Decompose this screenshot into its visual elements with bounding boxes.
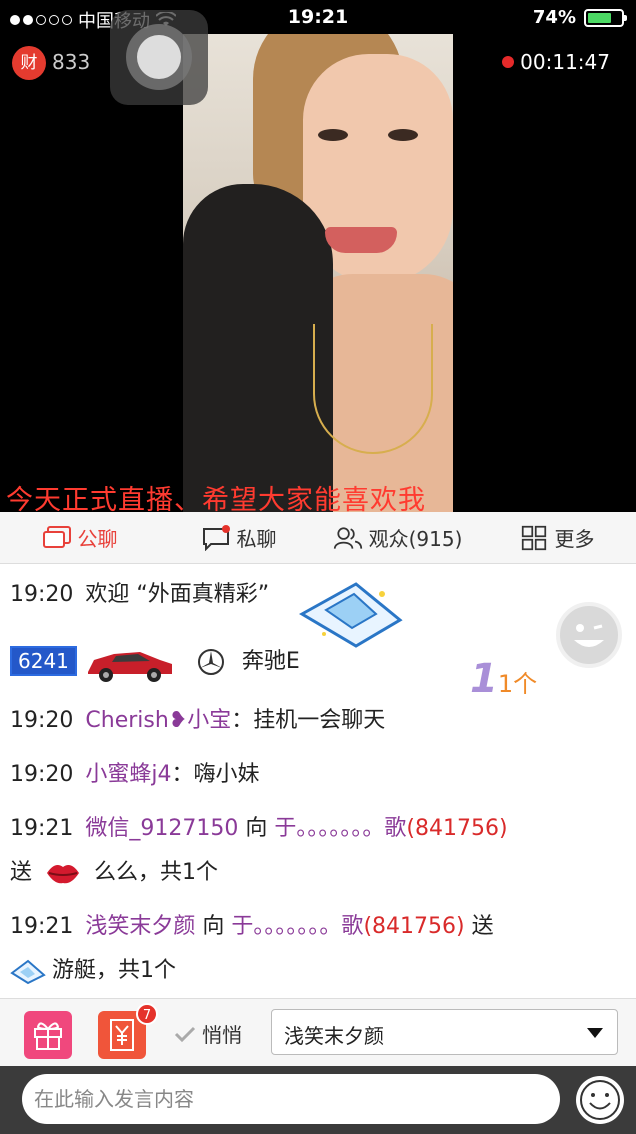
gift-message: 19:21 浅笑末夕颜 向 于。。。。。。。歌(841756) 送: [10, 908, 494, 940]
yacht-icon: [298, 582, 403, 648]
gift-count: 11个: [470, 656, 538, 702]
gift-box-icon: [34, 1022, 62, 1050]
users-icon: [333, 526, 362, 549]
message-input[interactable]: [22, 1074, 560, 1124]
input-bar: [0, 1066, 636, 1134]
message-time: 19:21: [10, 914, 74, 939]
message-user[interactable]: Cherish❥小宝: [85, 708, 231, 733]
chat-message: 19:20 Cherish❥小宝：挂机一会聊天: [10, 702, 385, 734]
battery-icon: [584, 8, 627, 27]
message-time: 19:21: [10, 816, 74, 841]
car-name: 奔驰E: [241, 649, 300, 674]
gift-message-line2: 游艇，共1个: [10, 952, 176, 985]
chat-tabs: 公聊 私聊 观众(915) 更多: [0, 512, 636, 564]
yacht-small-icon: [10, 959, 46, 985]
chat-message: 19:20 小蜜蜂j4：嗨小妹: [10, 756, 260, 788]
message-text: 欢迎 “外面真精彩”: [85, 582, 270, 607]
recipient-value: 浅笑末夕颜: [284, 1024, 384, 1048]
tab-label: 私聊: [236, 527, 277, 551]
tab-label: 更多: [554, 527, 595, 551]
mercedes-logo-icon: [197, 649, 224, 675]
status-bar: 中国移动 19:21 74%: [0, 0, 636, 36]
gift-message-line2: 送 么么，共1个: [10, 854, 218, 887]
gift-text: 游艇，共1个: [52, 958, 176, 983]
chat-list[interactable]: 19:20 欢迎 “外面真精彩” 6241 奔驰E 11个 19:20 Cher…: [0, 564, 636, 998]
car-icon: [87, 652, 172, 682]
smiley-icon: [580, 1080, 620, 1120]
message-target-id: (841756): [363, 914, 465, 939]
grid-icon: [521, 525, 546, 550]
live-duration: 00:11:47: [502, 50, 610, 74]
message-user[interactable]: 微信_9127150: [85, 816, 238, 841]
chevron-down-icon: [587, 1028, 603, 1038]
message-target[interactable]: 于。。。。。。。歌: [231, 914, 363, 939]
tab-public-chat[interactable]: 公聊: [0, 512, 159, 563]
message-target-id: (841756): [406, 816, 508, 841]
gift-count-text: 1个: [497, 670, 538, 698]
recipient-select[interactable]: 浅笑末夕颜: [271, 1009, 618, 1055]
message-user[interactable]: 小蜜蜂j4: [85, 762, 171, 787]
message-target[interactable]: 于。。。。。。。歌: [274, 816, 406, 841]
message-text: 向: [238, 816, 275, 841]
message-time: 19:20: [10, 582, 74, 607]
gift-vehicle-message: 6241 奔驰E: [10, 640, 300, 684]
tab-label: 公聊: [77, 527, 118, 551]
message-time: 19:20: [10, 708, 74, 733]
message-text: ：挂机一会聊天: [231, 708, 386, 733]
streamer-video: [183, 34, 453, 512]
message-time: 19:20: [10, 762, 74, 787]
chat-message: 19:20 欢迎 “外面真精彩”: [10, 576, 269, 608]
red-packet-count-badge: 7: [136, 1003, 158, 1025]
check-icon: [174, 1026, 196, 1042]
tab-more[interactable]: 更多: [477, 512, 636, 563]
emoji-button[interactable]: [576, 1076, 624, 1124]
duration-text: 00:11:47: [520, 50, 610, 74]
level-badge: 6241: [10, 646, 77, 676]
coin-count: 833: [52, 50, 91, 74]
gift-message: 19:21 微信_9127150 向 于。。。。。。。歌(841756): [10, 810, 508, 842]
stream-announcement: 今天正式直播、希望大家能喜欢我: [6, 485, 426, 512]
message-text: 送: [10, 860, 33, 885]
gift-text: 么么，共1个: [94, 860, 219, 885]
message-text: 向: [195, 914, 232, 939]
tab-private-chat[interactable]: 私聊: [159, 512, 318, 563]
tab-label: 观众(915): [368, 527, 463, 551]
message-text: 送: [464, 914, 494, 939]
gift-button[interactable]: [24, 1011, 72, 1059]
chat-bubbles-icon: [42, 525, 71, 548]
whisper-label: 悄悄: [202, 1023, 242, 1047]
message-text: ：嗨小妹: [171, 762, 260, 787]
battery-percent: 74%: [532, 7, 576, 28]
assistive-touch-button[interactable]: [110, 10, 208, 105]
video-area[interactable]: 中国移动 19:21 74% 财 833 00:11:47 今天正式直播、希望大…: [0, 0, 636, 512]
emoji-face-button[interactable]: [556, 602, 622, 668]
record-dot-icon: [502, 56, 515, 68]
kiss-lips-icon: [47, 865, 80, 884]
whisper-toggle[interactable]: 悄悄: [174, 1019, 242, 1048]
tab-audience[interactable]: 观众(915): [318, 512, 477, 563]
live-room: 中国移动 19:21 74% 财 833 00:11:47 今天正式直播、希望大…: [0, 0, 636, 1134]
wink-icon: [574, 624, 604, 647]
coin-icon[interactable]: 财: [12, 46, 46, 80]
chat-bubble-icon: [202, 524, 230, 551]
message-user[interactable]: 浅笑末夕颜: [85, 914, 195, 939]
bottom-toolbar: 7 悄悄 浅笑末夕颜: [0, 998, 636, 1066]
